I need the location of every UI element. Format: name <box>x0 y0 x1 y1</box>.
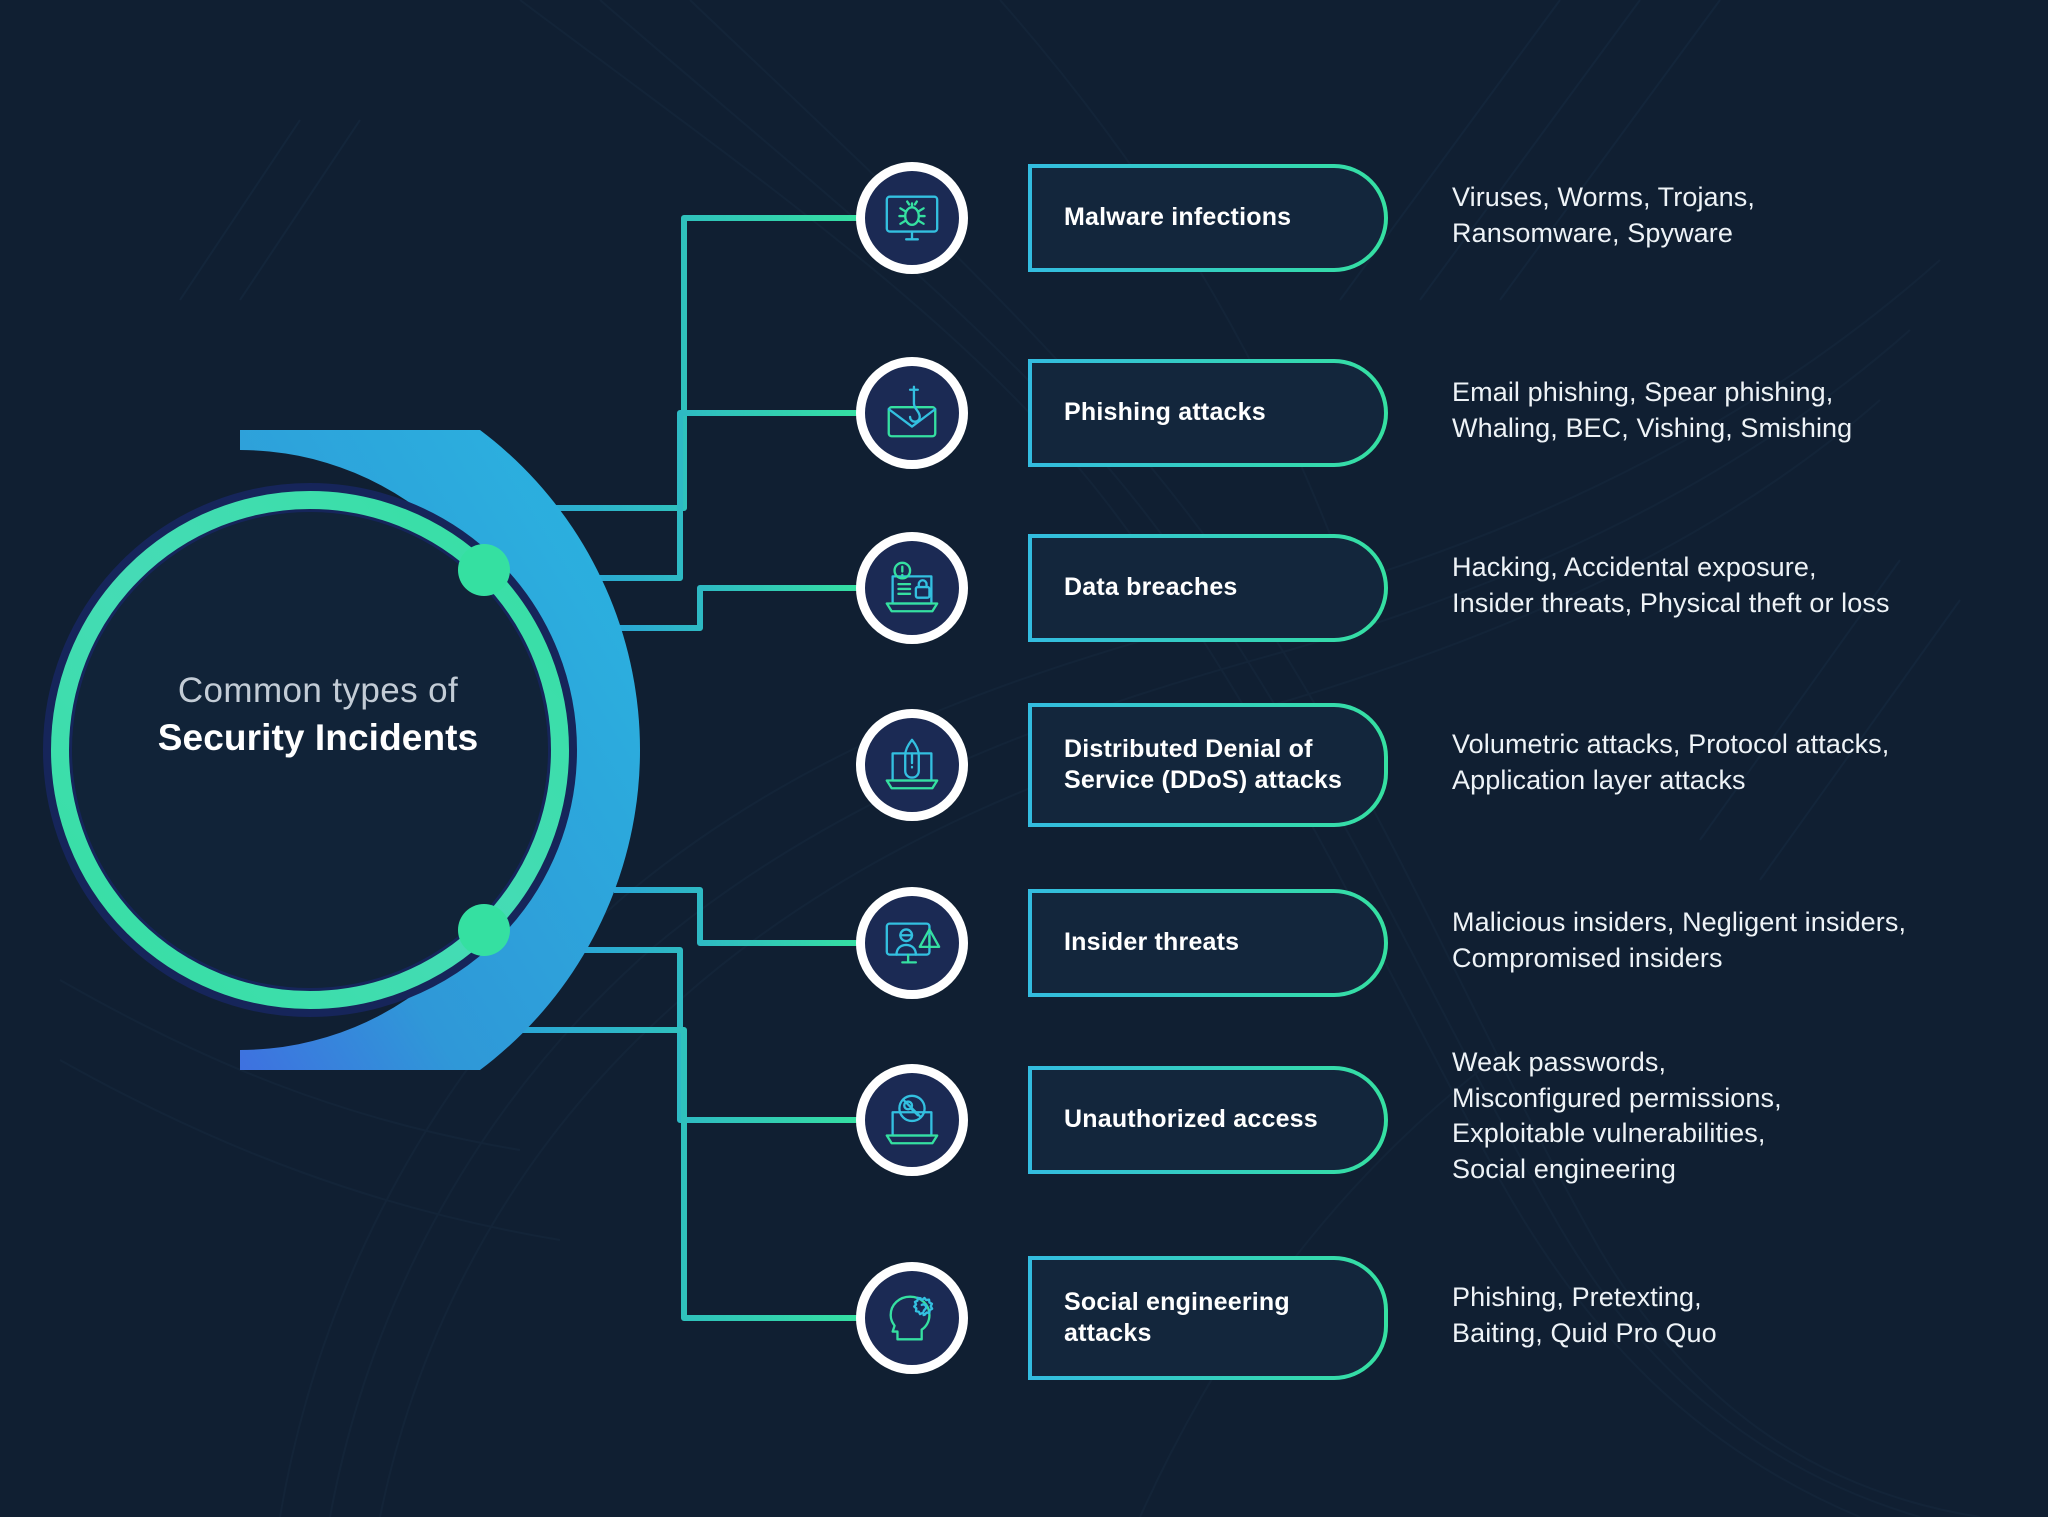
pill-label-malware: Malware infections <box>1064 203 1292 232</box>
hub-title-line2: Security Incidents <box>157 717 479 759</box>
pill-label-ddos: Distributed Denial of Service (DDoS) att… <box>1064 734 1343 794</box>
hub-title: Common types of Security Incidents <box>98 670 538 760</box>
description-ddos: Volumetric attacks, Protocol attacks, Ap… <box>1452 729 1890 795</box>
pill-label-unauthorized-access: Unauthorized access <box>1064 1105 1318 1134</box>
infographic-canvas: Common types of Security Incidents Malwa… <box>0 0 2048 1517</box>
pill-unauthorized-access[interactable]: Unauthorized access <box>1028 1066 1388 1174</box>
pill-data-breaches[interactable]: Data breaches <box>1028 534 1388 642</box>
pill-label-social-engineering: Social engineering attacks <box>1064 1287 1290 1347</box>
pill-malware[interactable]: Malware infections <box>1028 164 1388 272</box>
hub-title-line1: Common types of <box>177 671 459 710</box>
pill-phishing[interactable]: Phishing attacks <box>1028 359 1388 467</box>
monitor-bug-icon[interactable] <box>856 162 968 274</box>
description-phishing: Email phishing, Spear phishing, Whaling,… <box>1452 377 1853 443</box>
laptop-bomb-icon[interactable] <box>856 709 968 821</box>
monitor-person-warning-icon[interactable] <box>856 887 968 999</box>
envelope-hook-icon[interactable] <box>856 357 968 469</box>
laptop-lock-alert-icon[interactable] <box>856 532 968 644</box>
pill-insider-threats[interactable]: Insider threats <box>1028 889 1388 997</box>
pill-social-engineering[interactable]: Social engineering attacks <box>1028 1256 1388 1380</box>
description-social-engineering: Phishing, Pretexting, Baiting, Quid Pro … <box>1452 1282 1717 1348</box>
laptop-no-entry-key-icon[interactable] <box>856 1064 968 1176</box>
head-gear-question-icon[interactable] <box>856 1262 968 1374</box>
pill-ddos[interactable]: Distributed Denial of Service (DDoS) att… <box>1028 703 1388 827</box>
description-unauthorized-access: Weak passwords, Misconfigured permission… <box>1452 1047 1782 1184</box>
description-data-breaches: Hacking, Accidental exposure, Insider th… <box>1452 552 1890 618</box>
pill-label-data-breaches: Data breaches <box>1064 573 1238 602</box>
description-malware: Viruses, Worms, Trojans, Ransomware, Spy… <box>1452 182 1755 248</box>
pill-label-insider-threats: Insider threats <box>1064 928 1240 957</box>
hub-circle: Common types of Security Incidents <box>40 430 660 1070</box>
pill-label-phishing: Phishing attacks <box>1064 398 1266 427</box>
description-insider-threats: Malicious insiders, Negligent insiders, … <box>1452 907 1907 973</box>
